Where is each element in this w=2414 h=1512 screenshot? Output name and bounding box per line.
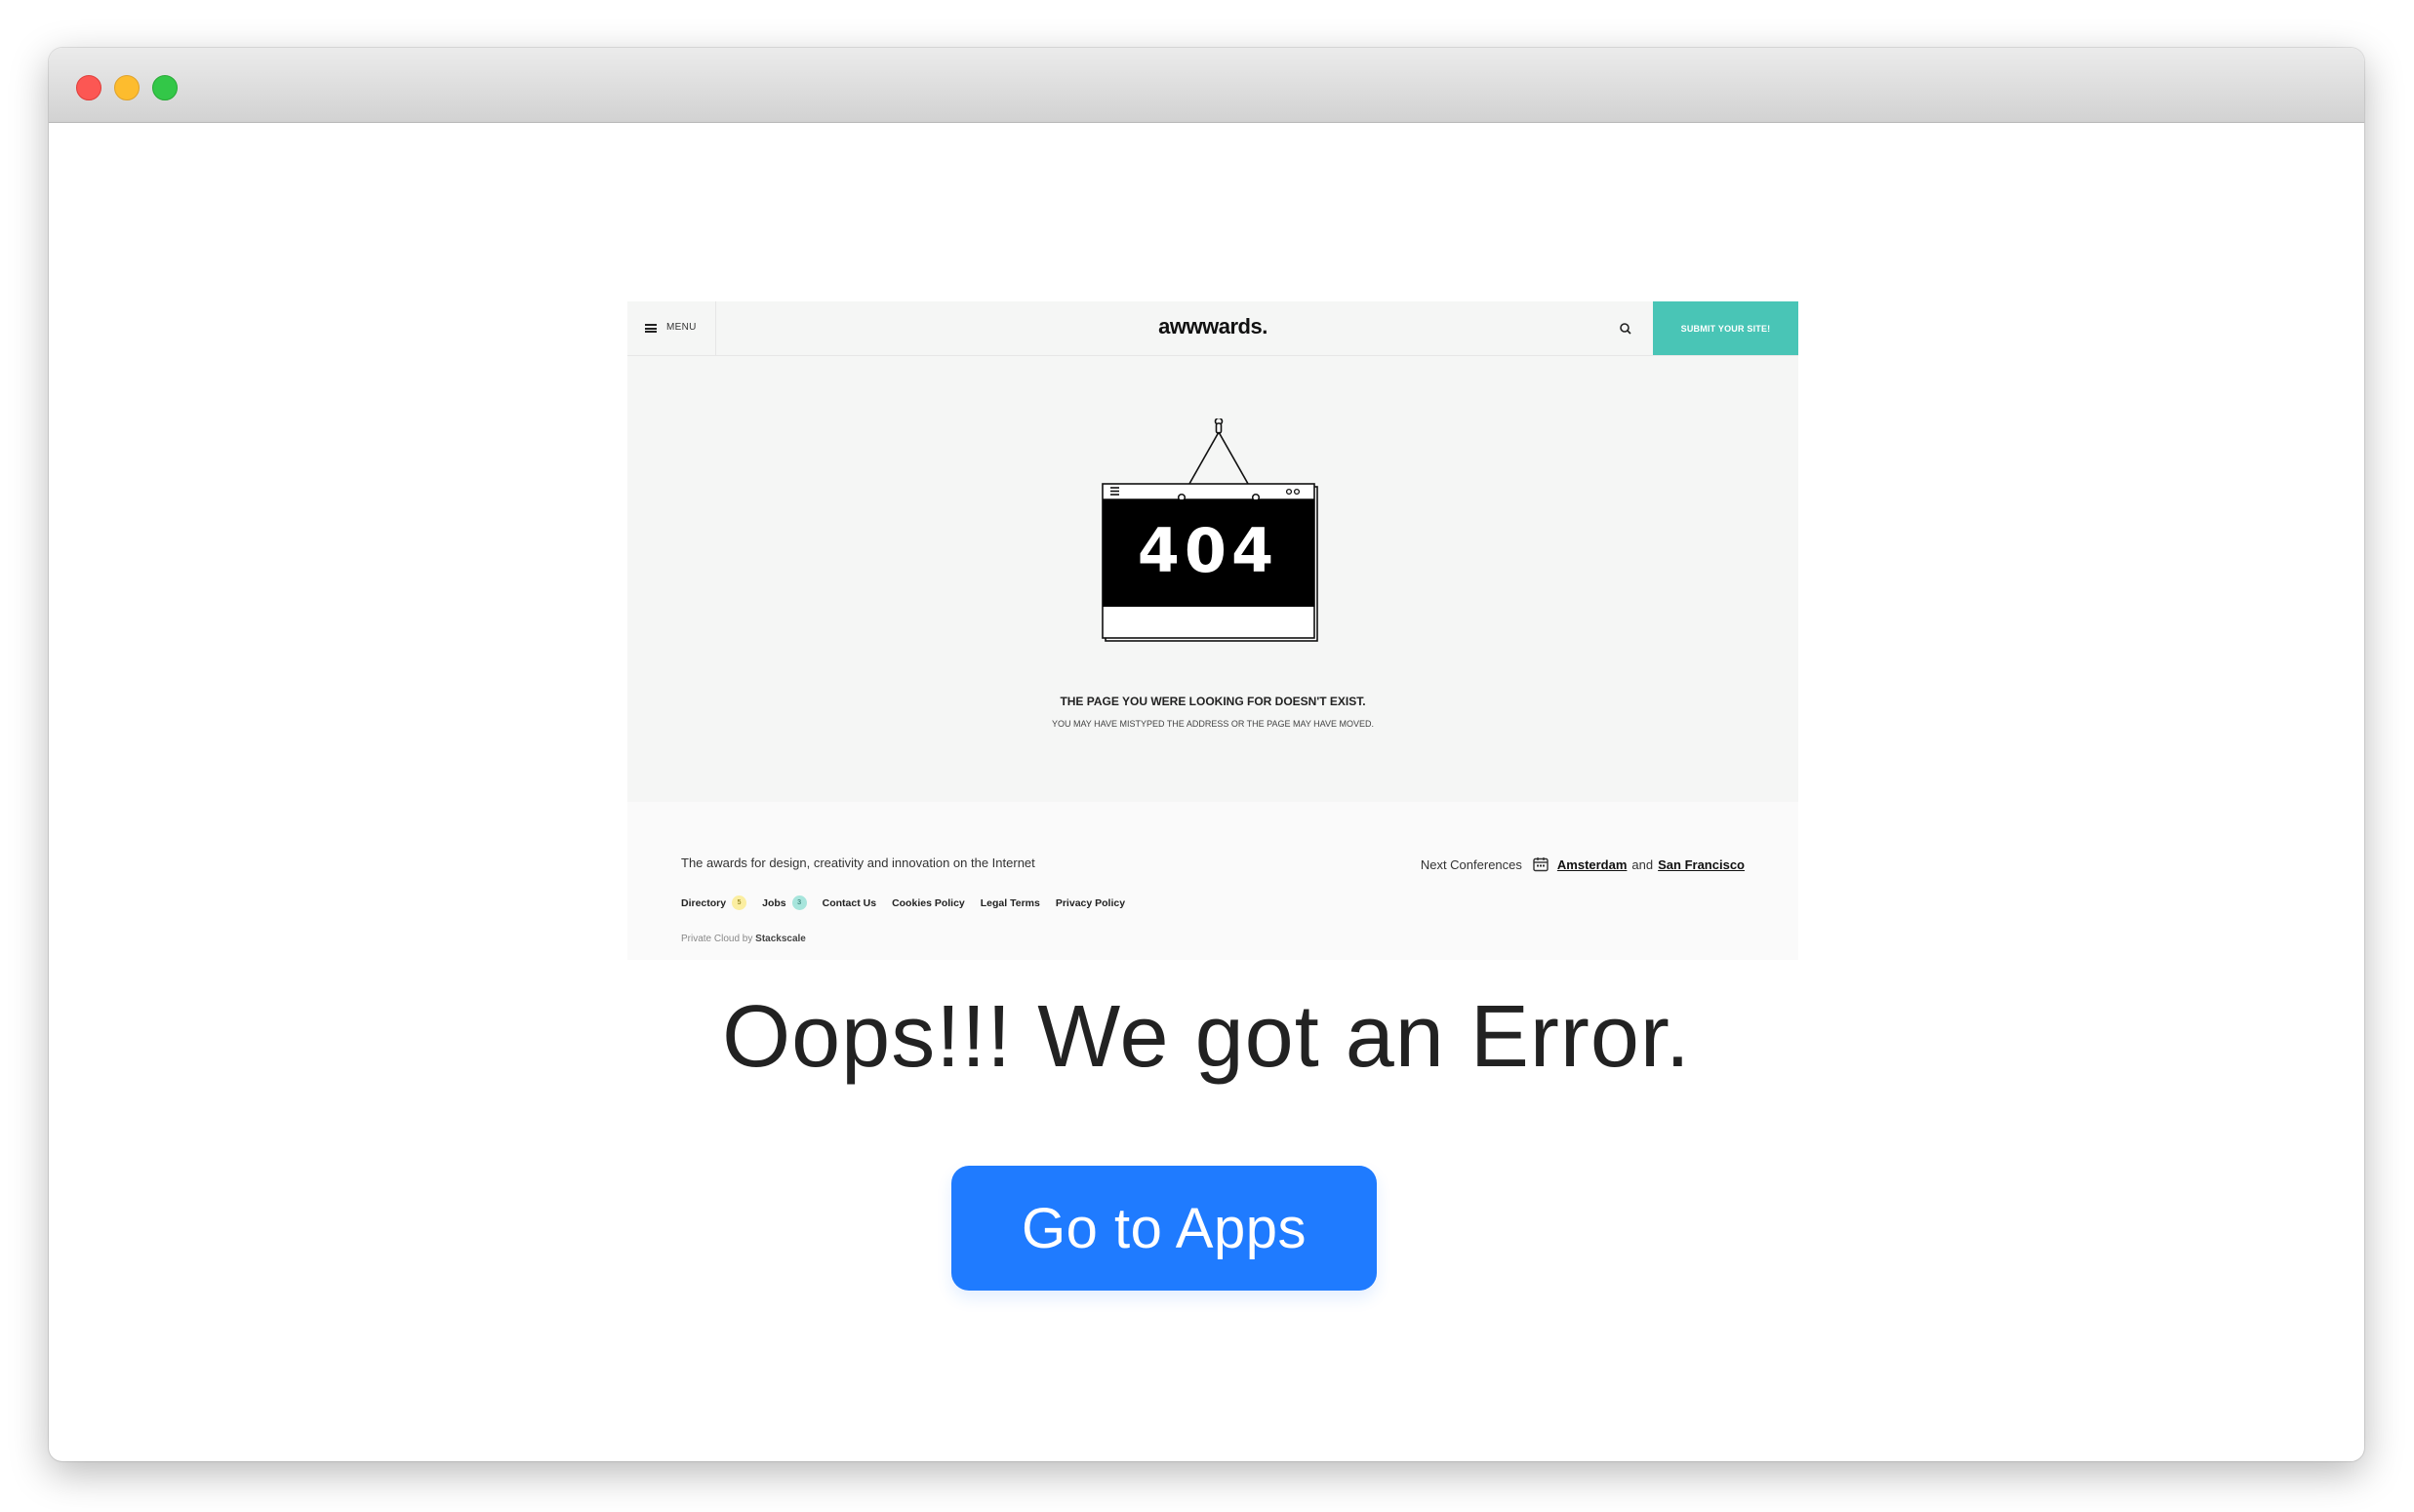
- jobs-count-badge: 3: [791, 895, 807, 910]
- not-found-title: THE PAGE YOU WERE LOOKING FOR DOESN'T EX…: [1060, 695, 1366, 708]
- conference-amsterdam-link: Amsterdam: [1556, 856, 1628, 872]
- conference-and: and: [1631, 856, 1654, 872]
- footer-link-legal: Legal Terms: [980, 896, 1040, 909]
- credit-name: Stackscale: [755, 934, 806, 944]
- zoom-window-button[interactable]: [152, 75, 178, 100]
- not-found-subtitle: YOU MAY HAVE MISTYPED THE ADDRESS OR THE…: [1051, 719, 1375, 729]
- conference-san-francisco-link: San Francisco: [1658, 856, 1745, 872]
- next-conferences: Next Conferences Amsterdam and San Franc…: [1421, 855, 1745, 873]
- jobs-label: Jobs: [762, 896, 786, 909]
- footer-links: Directory 5 Jobs 3 Contact Us Cookies Po…: [681, 895, 1141, 910]
- directory-count-badge: 5: [732, 895, 747, 910]
- minimize-window-button[interactable]: [114, 75, 140, 100]
- awwwards-top-nav: MENU awwwards. SUBMIT YOUR SITE!: [627, 301, 1798, 356]
- footer-link-cookies: Cookies Policy: [892, 896, 965, 909]
- hanging-404-sign-illustration: 404: [1102, 418, 1318, 642]
- footer-link-privacy: Privacy Policy: [1055, 896, 1126, 909]
- error-code: 404: [1138, 515, 1278, 586]
- awwwards-footer: The awards for design, creativity and in…: [627, 802, 1798, 960]
- footer-link-contact: Contact Us: [822, 896, 877, 909]
- browser-window: MENU awwwards. SUBMIT YOUR SITE! 404 THE…: [49, 48, 2364, 1461]
- title-bar: [49, 48, 2364, 123]
- submit-site-button: SUBMIT YOUR SITE!: [1653, 301, 1798, 355]
- conferences-label: Next Conferences: [1420, 856, 1522, 872]
- footer-link-jobs: Jobs 3: [762, 895, 807, 910]
- error-page-screenshot: MENU awwwards. SUBMIT YOUR SITE! 404 THE…: [627, 301, 1798, 960]
- search-icon: [1620, 323, 1631, 335]
- error-headline: Oops!!! We got an Error.: [722, 988, 1691, 1086]
- footer-tagline: The awards for design, creativity and in…: [681, 855, 1035, 870]
- close-window-button[interactable]: [76, 75, 101, 100]
- calendar-icon: [1533, 857, 1549, 872]
- credit-prefix: Private Cloud by: [681, 934, 753, 944]
- hosting-credit: Private Cloud by Stackscale: [681, 934, 806, 944]
- footer-link-directory: Directory 5: [681, 895, 747, 910]
- directory-label: Directory: [681, 896, 727, 909]
- go-to-apps-button[interactable]: Go to Apps: [951, 1166, 1377, 1291]
